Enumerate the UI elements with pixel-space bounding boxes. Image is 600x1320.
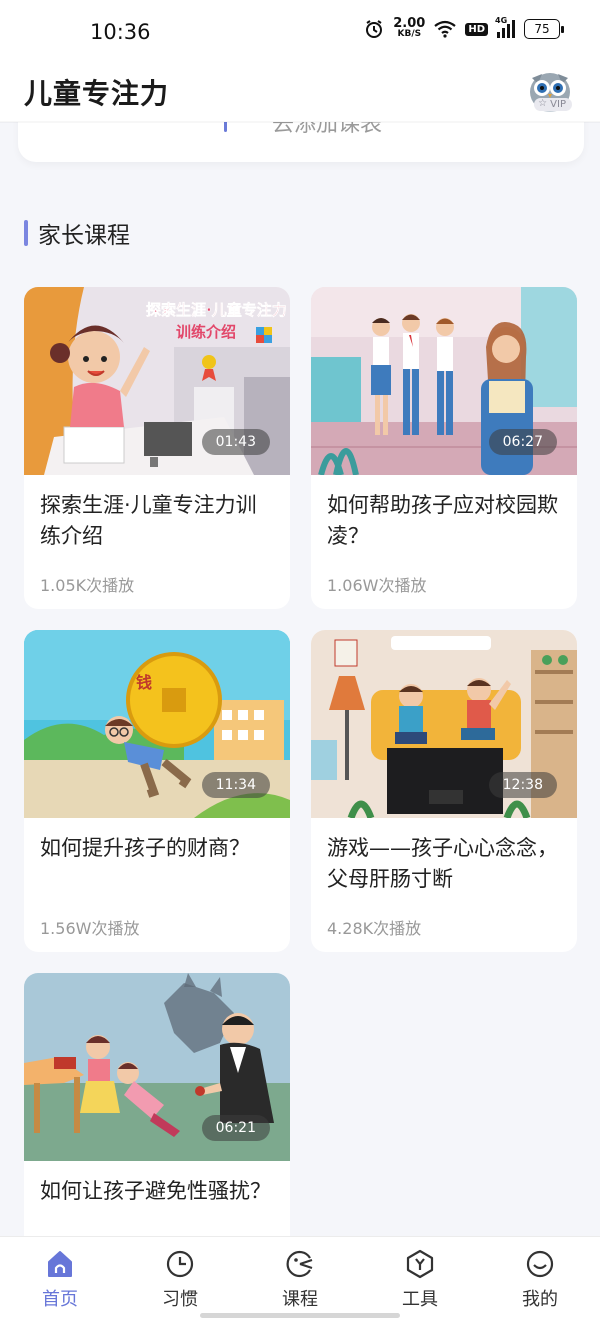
home-icon xyxy=(48,1251,72,1277)
play-count: 4.28K次播放 xyxy=(327,919,422,938)
nav-label: 工具 xyxy=(402,1289,438,1310)
course-card[interactable]: 06:27 如何帮助孩子应对校园欺凌？ 1.06W次播放 xyxy=(311,287,577,609)
section-accent-bar xyxy=(24,220,28,246)
course-thumbnail: 钱 11:34 xyxy=(24,630,290,818)
status-time: 10:36 xyxy=(90,20,151,44)
play-count: 1.56W次播放 xyxy=(40,919,140,938)
course-icon xyxy=(286,1250,313,1278)
course-title: 游戏——孩子心心念念，父母肝肠寸断 xyxy=(327,836,558,891)
hd-badge: HD xyxy=(465,22,488,36)
nav-item-home[interactable]: 首页 xyxy=(0,1237,120,1320)
course-title: 如何让孩子避免性骚扰？ xyxy=(40,1179,271,1203)
signal-icon: 4G xyxy=(495,16,515,38)
nav-item-habits[interactable]: 习惯 xyxy=(120,1237,240,1320)
battery-icon: 75 xyxy=(524,19,564,39)
header-divider xyxy=(0,121,600,123)
wifi-icon xyxy=(434,20,457,38)
kid-left xyxy=(395,684,427,744)
status-bar: 10:36 2.00 KB/S HD 4G 75 xyxy=(0,0,600,60)
alarm-icon xyxy=(366,20,383,38)
play-count: 1.06W次播放 xyxy=(327,576,427,595)
course-card[interactable]: 钱 11:34 如何提升孩子的财商？ 1.56W次播放 xyxy=(24,630,290,952)
thumbnail-caption-line-2: 训练介绍 xyxy=(176,323,236,341)
vip-badge[interactable]: ☆ VIP xyxy=(534,98,572,111)
star-icon: ☆ xyxy=(538,98,548,109)
nav-item-profile[interactable]: 我的 xyxy=(480,1237,600,1320)
video-duration: 11:34 xyxy=(201,772,270,798)
nav-label: 习惯 xyxy=(162,1289,198,1310)
section-title: 家长课程 xyxy=(24,216,130,250)
home-indicator[interactable] xyxy=(200,1313,400,1318)
status-icons: 2.00 KB/S HD 4G 75 xyxy=(364,16,564,40)
net-speed: 2.00 KB/S xyxy=(393,16,426,39)
bottom-nav: 首页 习惯 课程 工具 我的 xyxy=(0,1236,600,1320)
video-duration: 12:38 xyxy=(488,772,557,798)
video-duration: 06:27 xyxy=(488,429,557,455)
course-title: 如何提升孩子的财商？ xyxy=(40,836,250,860)
nav-item-tools[interactable]: 工具 xyxy=(360,1237,480,1320)
course-title: 如何帮助孩子应对校园欺凌？ xyxy=(327,493,558,548)
section-title-text: 家长课程 xyxy=(38,223,130,249)
course-thumbnail: 06:21 xyxy=(24,973,290,1161)
nav-item-courses[interactable]: 课程 xyxy=(240,1237,360,1320)
course-card[interactable]: 探索生涯·儿童专注力 训练介绍 01:43 探索生涯·儿童专注力训练介绍 1.0… xyxy=(24,287,290,609)
thumbnail-caption-line-1: 探索生涯·儿童专注力 xyxy=(146,301,287,319)
nav-label: 我的 xyxy=(522,1289,558,1310)
course-thumbnail: 探索生涯·儿童专注力 训练介绍 01:43 xyxy=(24,287,290,475)
course-title: 探索生涯·儿童专注力训练介绍 xyxy=(40,493,257,548)
tools-icon xyxy=(406,1249,434,1279)
course-thumbnail: 06:27 xyxy=(311,287,577,475)
clock-icon xyxy=(166,1250,194,1278)
smile-icon xyxy=(526,1250,554,1278)
nav-label: 首页 xyxy=(42,1289,78,1310)
nav-label: 课程 xyxy=(282,1289,318,1310)
course-thumbnail: 12:38 xyxy=(311,630,577,818)
video-duration: 06:21 xyxy=(201,1115,270,1141)
course-card[interactable]: 12:38 游戏——孩子心心念念，父母肝肠寸断 4.28K次播放 xyxy=(311,630,577,952)
app-header: 儿童专注力 ☆ VIP xyxy=(0,60,600,122)
video-duration: 01:43 xyxy=(201,429,270,455)
coin-caption: 钱 xyxy=(136,673,152,692)
play-count: 1.05K次播放 xyxy=(40,576,135,595)
page-title: 儿童专注力 xyxy=(24,77,170,110)
